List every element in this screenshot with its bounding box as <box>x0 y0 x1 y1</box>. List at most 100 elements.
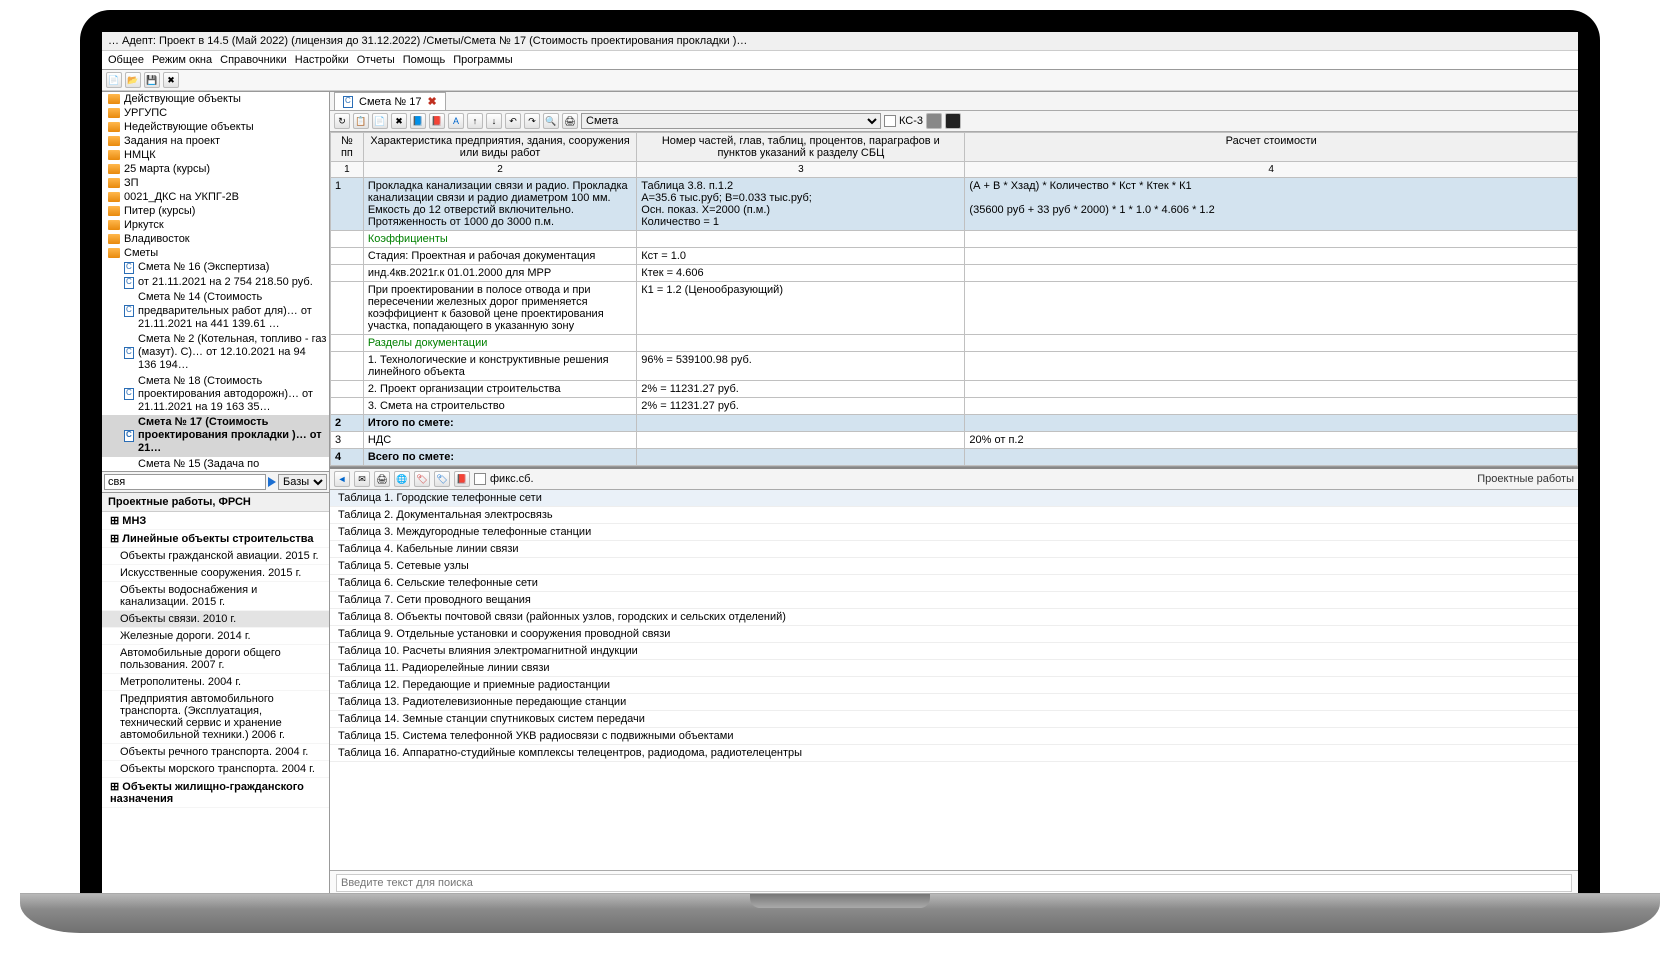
grid-cell[interactable] <box>331 282 364 335</box>
grid-cell[interactable]: 96% = 539100.98 руб. <box>637 352 965 381</box>
detail-row[interactable]: Таблица 5. Сетевые узлы <box>330 558 1578 575</box>
detail-row[interactable]: Таблица 14. Земные станции спутниковых с… <box>330 711 1578 728</box>
grid-cell[interactable] <box>331 335 364 352</box>
grid-cell[interactable] <box>331 398 364 415</box>
norms-group[interactable]: Линейные объекты строительства <box>102 530 329 548</box>
tag-icon[interactable]: 🏷 <box>414 471 430 487</box>
new-icon[interactable]: 📄 <box>106 72 122 88</box>
tree-folder[interactable]: 25 марта (курсы) <box>102 162 329 176</box>
paste-icon[interactable]: 📄 <box>372 113 388 129</box>
menu-item[interactable]: Общее <box>108 54 144 66</box>
grid-cell[interactable] <box>637 432 965 449</box>
tree-folder[interactable]: Сметы <box>102 246 329 260</box>
fix-checkbox[interactable] <box>474 473 486 485</box>
norms-item[interactable]: Автомобильные дороги общего пользования.… <box>102 645 329 674</box>
search-go-icon[interactable] <box>268 477 276 487</box>
object-tree[interactable]: Действующие объектыУРГУПСНедействующие о… <box>102 92 329 472</box>
grid-cell[interactable]: Всего по смете: <box>363 449 636 466</box>
book2-icon[interactable]: 📕 <box>429 113 445 129</box>
estimate-grid[interactable]: № пп Характеристика предприятия, здания,… <box>330 132 1578 467</box>
grid-cell[interactable] <box>965 282 1578 335</box>
grid-cell[interactable] <box>331 248 364 265</box>
grid-cell[interactable] <box>965 381 1578 398</box>
grid-cell[interactable]: 4 <box>331 449 364 466</box>
print2-icon[interactable]: 🖨 <box>374 471 390 487</box>
detail-list[interactable]: Таблица 1. Городские телефонные сетиТабл… <box>330 490 1578 870</box>
detail-row[interactable]: Таблица 12. Передающие и приемные радиос… <box>330 677 1578 694</box>
tree-doc[interactable]: Смета № 16 (Экспертиза) <box>102 260 329 275</box>
redo-icon[interactable]: ↷ <box>524 113 540 129</box>
grid-cell[interactable] <box>965 231 1578 248</box>
norms-item[interactable]: Объекты водоснабжения и канализации. 201… <box>102 582 329 611</box>
grid-cell[interactable]: 2 <box>331 415 364 432</box>
grid-cell[interactable]: (А + В * Хзад) * Количество * Кст * Ктек… <box>965 178 1578 231</box>
tree-doc[interactable]: Смета № 17 (Стоимость проектирования про… <box>102 415 329 457</box>
grid-cell[interactable]: 2% = 11231.27 руб. <box>637 398 965 415</box>
menu-item[interactable]: Режим окна <box>152 54 212 66</box>
tree-doc[interactable]: Смета № 15 (Задача по изысканиям) от 21.… <box>102 457 329 472</box>
detail-row[interactable]: Таблица 15. Система телефонной УКВ радио… <box>330 728 1578 745</box>
grid-cell[interactable]: Итого по смете: <box>363 415 636 432</box>
view-select[interactable]: Смета <box>581 113 881 129</box>
grid-cell[interactable]: Таблица 3.8. п.1.2 А=35.6 тыс.руб; В=0.0… <box>637 178 965 231</box>
norms-item[interactable]: Объекты связи. 2010 г. <box>102 611 329 628</box>
refresh-icon[interactable]: ↻ <box>334 113 350 129</box>
delete-icon[interactable]: ✖ <box>163 72 179 88</box>
detail-row[interactable]: Таблица 10. Расчеты влияния электромагни… <box>330 643 1578 660</box>
find-icon[interactable]: 🔍 <box>543 113 559 129</box>
tree-doc[interactable]: Смета № 14 (Стоимость предварительных ра… <box>102 290 329 332</box>
detail-row[interactable]: Таблица 8. Объекты почтовой связи (район… <box>330 609 1578 626</box>
tree-search-input[interactable] <box>104 474 266 490</box>
grid-cell[interactable]: 1. Технологические и конструктивные реше… <box>363 352 636 381</box>
grid-cell[interactable] <box>637 449 965 466</box>
grid-cell[interactable]: 3. Смета на строительство <box>363 398 636 415</box>
tree-folder[interactable]: Действующие объекты <box>102 92 329 106</box>
save-icon[interactable]: 💾 <box>144 72 160 88</box>
mail-icon[interactable]: ✉ <box>354 471 370 487</box>
globe-icon[interactable]: 🌐 <box>394 471 410 487</box>
tree-doc[interactable]: Смета № 2 (Котельная, топливо - газ (маз… <box>102 332 329 374</box>
grid-cell[interactable]: 20% от п.2 <box>965 432 1578 449</box>
close-icon[interactable]: ✖ <box>427 95 436 108</box>
tree-folder[interactable]: ЗП <box>102 176 329 190</box>
menu-item[interactable]: Помощь <box>403 54 446 66</box>
norms-item[interactable]: Метрополитены. 2004 г. <box>102 674 329 691</box>
norms-group[interactable]: Объекты жилищно-гражданского назначения <box>102 778 329 808</box>
tag2-icon[interactable]: 🏷 <box>434 471 450 487</box>
book-icon[interactable]: 📘 <box>410 113 426 129</box>
grid-cell[interactable] <box>965 248 1578 265</box>
tree-folder[interactable]: Питер (курсы) <box>102 204 329 218</box>
norms-item[interactable]: Искусственные сооружения. 2015 г. <box>102 565 329 582</box>
grid-cell[interactable]: Коэффициенты <box>363 231 636 248</box>
norms-item[interactable]: Объекты морского транспорта. 2004 г. <box>102 761 329 778</box>
grid-cell[interactable] <box>965 415 1578 432</box>
grid-cell[interactable]: Кст = 1.0 <box>637 248 965 265</box>
tree-doc[interactable]: от 21.11.2021 на 2 754 218.50 руб. <box>102 275 329 290</box>
tree-folder[interactable]: Владивосток <box>102 232 329 246</box>
pdf-icon[interactable]: 📕 <box>454 471 470 487</box>
grid-cell[interactable] <box>331 352 364 381</box>
down-icon[interactable]: ↓ <box>486 113 502 129</box>
open-icon[interactable]: 📂 <box>125 72 141 88</box>
grid-cell[interactable]: 2. Проект организации строительства <box>363 381 636 398</box>
grid-cell[interactable]: Прокладка канализации связи и радио. Про… <box>363 178 636 231</box>
norms-item[interactable]: Железные дороги. 2014 г. <box>102 628 329 645</box>
detail-row[interactable]: Таблица 11. Радиорелейные линии связи <box>330 660 1578 677</box>
a-icon[interactable]: A <box>448 113 464 129</box>
detail-row[interactable]: Таблица 9. Отдельные установки и сооруже… <box>330 626 1578 643</box>
grid-cell[interactable]: Разделы документации <box>363 335 636 352</box>
tree-doc[interactable]: Смета № 18 (Стоимость проектирования авт… <box>102 374 329 416</box>
print-icon[interactable]: 🖨 <box>562 113 578 129</box>
search-mode-select[interactable]: Базы <box>278 474 327 490</box>
kc3-checkbox[interactable] <box>884 115 896 127</box>
norms-item[interactable]: Объекты речного транспорта. 2004 г. <box>102 744 329 761</box>
tree-folder[interactable]: Недействующие объекты <box>102 120 329 134</box>
tree-folder[interactable]: НМЦК <box>102 148 329 162</box>
grid-cell[interactable]: При проектировании в полосе отвода и при… <box>363 282 636 335</box>
grid-cell[interactable]: 2% = 11231.27 руб. <box>637 381 965 398</box>
up-icon[interactable]: ↑ <box>467 113 483 129</box>
menu-item[interactable]: Программы <box>453 54 512 66</box>
grid-cell[interactable] <box>965 265 1578 282</box>
back-icon[interactable]: ◄ <box>334 471 350 487</box>
norms-group[interactable]: МНЗ <box>102 512 329 530</box>
